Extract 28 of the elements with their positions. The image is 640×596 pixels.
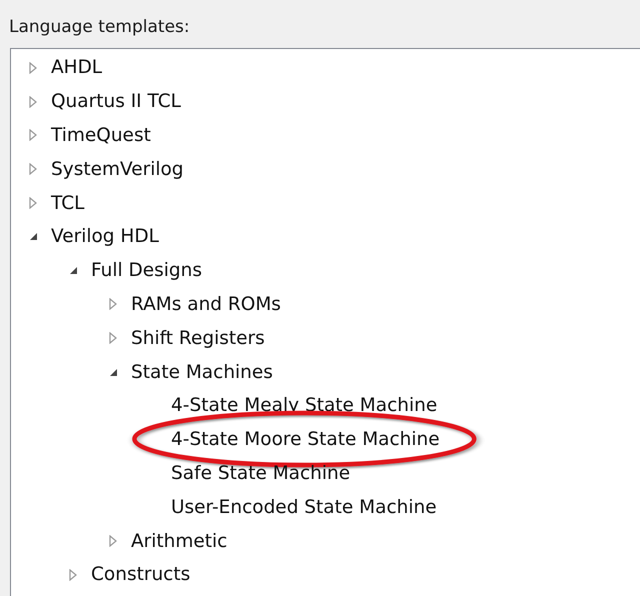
tree-folder-item[interactable]: State Machines <box>131 362 273 383</box>
tree-template-item[interactable]: Safe State Machine <box>171 462 350 484</box>
tree-folder-item[interactable]: Quartus II TCL <box>51 91 181 112</box>
tree-folder-item[interactable]: TimeQuest <box>51 124 151 146</box>
tree-folder-item[interactable]: Arithmetic <box>131 530 228 552</box>
tree-folder-item[interactable]: Full Designs <box>91 260 202 282</box>
collapsed-triangle-icon[interactable] <box>29 62 37 74</box>
tree-template-item[interactable]: User-Encoded State Machine <box>171 496 437 518</box>
collapsed-triangle-icon[interactable] <box>29 129 37 142</box>
tree-folder-item[interactable]: Constructs <box>91 564 190 586</box>
tree-folder-item[interactable]: Verilog HDL <box>51 226 159 248</box>
collapsed-triangle-icon[interactable] <box>29 96 37 108</box>
tree-template-item[interactable]: 4-State Mealy State Machine <box>171 395 438 416</box>
collapsed-triangle-icon[interactable] <box>109 298 117 310</box>
collapsed-triangle-icon[interactable] <box>109 332 117 344</box>
expanded-triangle-icon[interactable] <box>109 368 118 377</box>
tree-folder-item[interactable]: SystemVerilog <box>51 158 184 180</box>
collapsed-triangle-icon[interactable] <box>69 568 77 581</box>
expanded-triangle-icon[interactable] <box>29 232 38 242</box>
tree-folder-item[interactable]: Shift Registers <box>131 328 265 349</box>
collapsed-triangle-icon[interactable] <box>29 197 37 210</box>
tree-folder-item[interactable]: TCL <box>51 192 84 214</box>
collapsed-triangle-icon[interactable] <box>29 163 37 176</box>
panel-label: Language templates: <box>9 16 190 39</box>
tree-folder-item[interactable]: AHDL <box>51 57 102 78</box>
expanded-triangle-icon[interactable] <box>69 266 78 276</box>
tree-folder-item[interactable]: RAMs and ROMs <box>131 294 281 315</box>
collapsed-triangle-icon[interactable] <box>109 535 117 548</box>
